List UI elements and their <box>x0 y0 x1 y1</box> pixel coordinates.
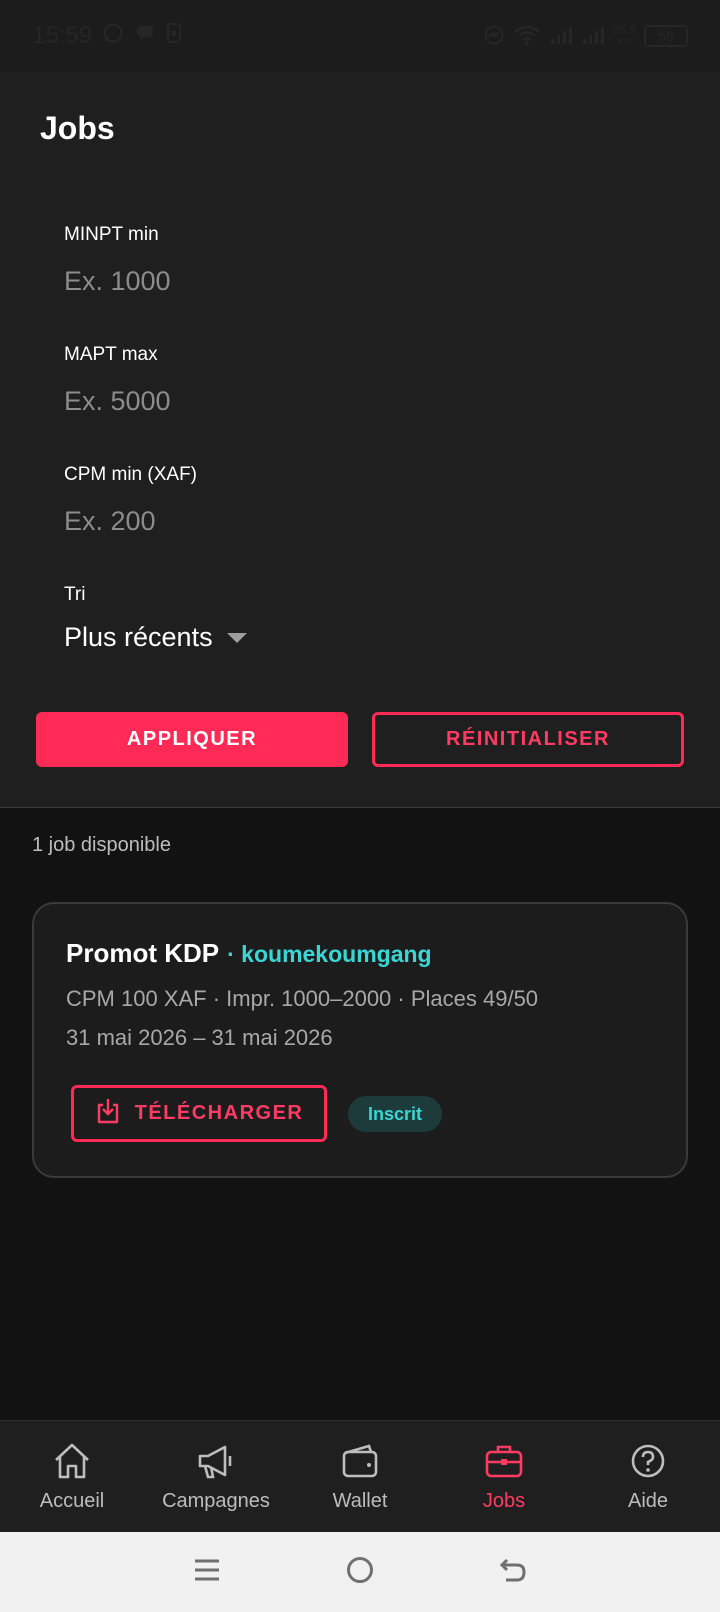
sort-dropdown[interactable]: Plus récents <box>64 622 247 653</box>
system-nav-bar <box>0 1532 720 1612</box>
net-speed-unit: K/S <box>617 37 632 47</box>
home-button[interactable] <box>330 1542 390 1602</box>
nav-item-campagnes[interactable]: Campagnes <box>146 1441 286 1513</box>
sort-selected-value: Plus récents <box>64 622 213 652</box>
minpt-input[interactable] <box>64 266 624 297</box>
circle-icon <box>345 1555 375 1590</box>
nav-label-jobs: Jobs <box>482 1489 526 1512</box>
job-author[interactable]: · koumekoumgang <box>227 941 431 968</box>
net-speed-value: 25,9 <box>612 23 636 37</box>
nav-label-wallet: Wallet <box>332 1489 388 1512</box>
status-right: 25,9 K/S 55 <box>483 24 688 49</box>
caret-down-icon <box>226 632 247 643</box>
reset-button[interactable]: RÉINITIALISER <box>372 712 684 767</box>
download-button[interactable]: TÉLÉCHARGER <box>71 1085 327 1142</box>
sort-field: Tri Plus récents <box>64 584 247 653</box>
megaphone-icon <box>195 1441 237 1486</box>
nav-item-jobs[interactable]: Jobs <box>434 1441 574 1513</box>
nav-item-accueil[interactable]: Accueil <box>2 1441 142 1513</box>
status-time: 15:59 <box>32 22 93 49</box>
status-badge: Inscrit <box>348 1096 443 1132</box>
recents-button[interactable] <box>177 1542 237 1602</box>
cpm-input[interactable] <box>64 506 624 537</box>
page-title: Jobs <box>40 109 115 146</box>
app-bar: Jobs <box>0 72 720 184</box>
job-meta: CPM 100 XAF · Impr. 1000–2000 · Places 4… <box>66 986 539 1011</box>
sim-icon <box>166 22 182 51</box>
job-title-row: Promot KDP · koumekoumgang <box>66 938 432 969</box>
home-icon <box>51 1441 93 1486</box>
job-count: 1 job disponible <box>32 834 171 856</box>
mapt-field: MAPT max <box>64 344 624 417</box>
job-dates: 31 mai 2026 – 31 mai 2026 <box>66 1025 333 1050</box>
signal-icon <box>549 24 573 49</box>
back-icon <box>498 1555 528 1590</box>
menu-icon <box>192 1555 222 1590</box>
download-icon <box>95 1097 121 1131</box>
nav-item-wallet[interactable]: Wallet <box>290 1441 430 1513</box>
network-speed: 25,9 K/S <box>613 24 636 48</box>
help-icon <box>627 1441 669 1486</box>
messenger-icon <box>483 24 505 49</box>
mapt-input[interactable] <box>64 386 624 417</box>
mapt-label: MAPT max <box>64 344 158 365</box>
minpt-field: MINPT min <box>64 224 624 297</box>
chat-icon <box>134 22 156 51</box>
cpm-field: CPM min (XAF) <box>64 464 624 537</box>
sort-label: Tri <box>64 584 86 605</box>
battery-icon: 55 <box>644 25 688 47</box>
signal-icon <box>581 24 605 49</box>
nav-label-accueil: Accueil <box>39 1489 105 1512</box>
wallet-icon <box>339 1441 381 1486</box>
job-title: Promot KDP <box>66 938 220 968</box>
bottom-nav: Accueil Campagnes Wallet Jobs Aide <box>0 1420 720 1532</box>
cpm-label: CPM min (XAF) <box>64 464 197 485</box>
status-left: 15:59 <box>32 22 182 51</box>
job-card[interactable]: Promot KDP · koumekoumgang CPM 100 XAF ·… <box>32 902 688 1178</box>
apply-button[interactable]: APPLIQUER <box>36 712 348 767</box>
nav-label-campagnes: Campagnes <box>162 1489 270 1512</box>
back-button[interactable] <box>483 1542 543 1602</box>
battery-level: 55 <box>658 28 674 44</box>
wifi-icon <box>513 24 541 49</box>
nav-label-aide: Aide <box>627 1489 669 1512</box>
whatsapp-icon <box>102 22 124 51</box>
download-label: TÉLÉCHARGER <box>134 1102 304 1124</box>
minpt-label: MINPT min <box>64 224 159 245</box>
status-bar: 15:59 25,9 K/S 55 <box>0 0 720 72</box>
nav-item-aide[interactable]: Aide <box>578 1441 718 1513</box>
briefcase-icon <box>483 1441 525 1486</box>
